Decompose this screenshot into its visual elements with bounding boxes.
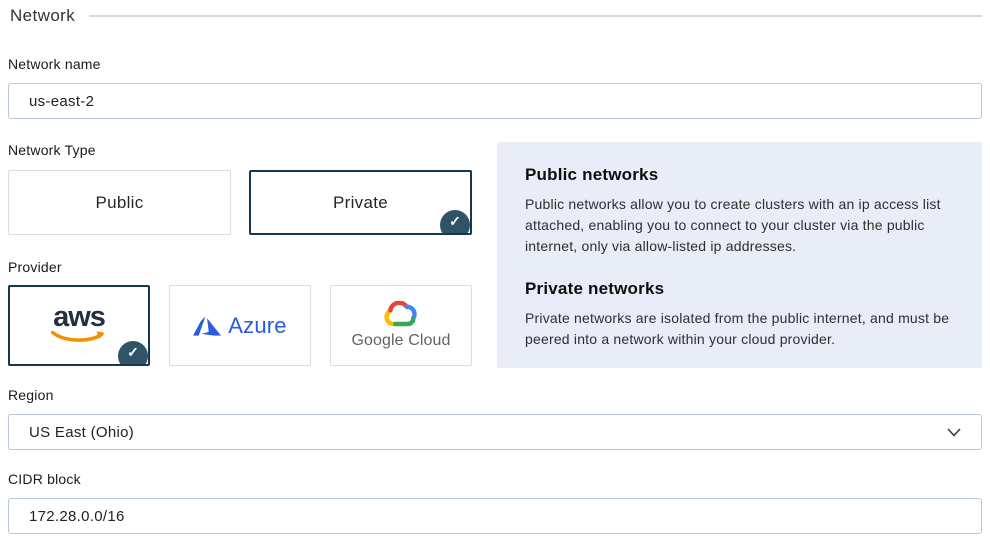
type-and-provider-area: Network Type Public Private ✓ Provider a… <box>8 142 982 368</box>
region-selected-value: US East (Ohio) <box>29 424 134 441</box>
chevron-down-icon <box>947 428 961 437</box>
info-body-public: Public networks allow you to create clus… <box>525 194 956 257</box>
network-settings-section: Network Network name Network Type Public… <box>0 0 990 549</box>
network-name-input[interactable] <box>8 83 982 119</box>
azure-icon <box>193 316 221 336</box>
info-heading-private: Private networks <box>525 279 956 299</box>
check-icon: ✓ <box>440 210 470 235</box>
aws-smile-icon <box>47 330 111 344</box>
info-body-private: Private networks are isolated from the p… <box>525 308 956 350</box>
google-cloud-icon <box>383 301 419 329</box>
network-type-option-label: Public <box>95 193 143 213</box>
azure-logo: Azure <box>193 313 286 339</box>
section-title: Network <box>10 6 75 26</box>
region-label: Region <box>8 387 982 403</box>
network-type-options: Public Private ✓ <box>8 170 472 235</box>
cidr-block-label: CIDR block <box>8 471 982 487</box>
network-type-option-public[interactable]: Public <box>8 170 231 235</box>
network-info-panel: Public networks Public networks allow yo… <box>497 142 982 368</box>
section-header: Network <box>8 6 982 26</box>
provider-label: Provider <box>8 259 472 275</box>
aws-logo: aws <box>47 305 111 344</box>
aws-wordmark: aws <box>53 305 105 330</box>
azure-wordmark: Azure <box>228 313 286 339</box>
network-type-option-private[interactable]: Private ✓ <box>249 170 472 235</box>
provider-option-azure[interactable]: Azure <box>169 285 311 366</box>
provider-option-aws[interactable]: aws ✓ <box>8 285 150 366</box>
selection-column: Network Type Public Private ✓ Provider a… <box>8 142 472 368</box>
google-cloud-logo: Google Cloud <box>351 301 450 350</box>
section-divider <box>89 15 982 17</box>
info-heading-public: Public networks <box>525 165 956 185</box>
cidr-block-input[interactable] <box>8 498 982 534</box>
google-cloud-wordmark: Google Cloud <box>351 332 450 350</box>
region-select[interactable]: US East (Ohio) <box>8 414 982 450</box>
network-name-label: Network name <box>8 56 982 72</box>
network-type-option-label: Private <box>333 193 388 213</box>
provider-option-google-cloud[interactable]: Google Cloud <box>330 285 472 366</box>
check-icon: ✓ <box>118 341 148 366</box>
provider-options: aws ✓ Azure <box>8 285 472 366</box>
network-type-label: Network Type <box>8 142 472 158</box>
